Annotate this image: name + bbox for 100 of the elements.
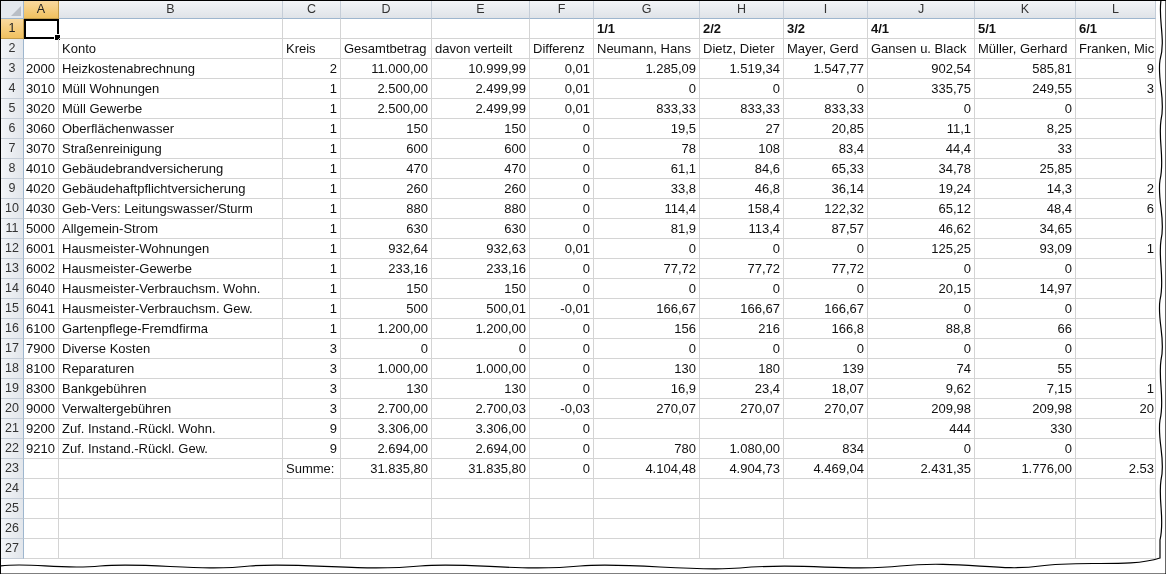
column-header[interactable]: D bbox=[341, 1, 432, 19]
table-cell: 48,4 bbox=[975, 199, 1076, 219]
table-cell: 833,33 bbox=[700, 99, 784, 119]
table-cell: 0 bbox=[868, 299, 975, 319]
row-header[interactable]: 12 bbox=[1, 239, 24, 259]
row-header[interactable]: 1 bbox=[1, 19, 24, 39]
row-header[interactable]: 9 bbox=[1, 179, 24, 199]
table-cell: 34,65 bbox=[975, 219, 1076, 239]
column-header[interactable]: A bbox=[24, 1, 59, 19]
table-cell: 114,4 bbox=[594, 199, 700, 219]
row-header[interactable]: 14 bbox=[1, 279, 24, 299]
row-header[interactable]: 8 bbox=[1, 159, 24, 179]
column-header[interactable]: G bbox=[594, 1, 700, 19]
table-cell: 585,81 bbox=[975, 59, 1076, 79]
row-header[interactable]: 3 bbox=[1, 59, 24, 79]
table-cell: Konto bbox=[59, 39, 283, 59]
table-cell: 77,72 bbox=[784, 259, 868, 279]
row-header[interactable]: 5 bbox=[1, 99, 24, 119]
column-header[interactable]: F bbox=[530, 1, 594, 19]
table-cell bbox=[530, 479, 594, 499]
table-cell: 6040 bbox=[24, 279, 59, 299]
table-cell: 0 bbox=[530, 259, 594, 279]
table-cell: 166,67 bbox=[594, 299, 700, 319]
active-cell[interactable] bbox=[24, 19, 59, 39]
table-cell bbox=[530, 19, 594, 39]
table-cell: 78 bbox=[594, 139, 700, 159]
row-header[interactable]: 19 bbox=[1, 379, 24, 399]
row-header[interactable]: 18 bbox=[1, 359, 24, 379]
table-cell bbox=[530, 499, 594, 519]
column-header[interactable]: C bbox=[283, 1, 341, 19]
table-cell: 77,72 bbox=[700, 259, 784, 279]
row-header[interactable]: 22 bbox=[1, 439, 24, 459]
table-cell: 4020 bbox=[24, 179, 59, 199]
row-header[interactable]: 20 bbox=[1, 399, 24, 419]
table-cell: 270,07 bbox=[594, 399, 700, 419]
row-header[interactable]: 26 bbox=[1, 519, 24, 539]
table-cell: 0 bbox=[868, 339, 975, 359]
table-cell: Bankgebühren bbox=[59, 379, 283, 399]
table-cell: Hausmeister-Verbrauchsm. Gew. bbox=[59, 299, 283, 319]
row-header[interactable]: 4 bbox=[1, 79, 24, 99]
row-header[interactable]: 15 bbox=[1, 299, 24, 319]
table-cell: 0,01 bbox=[530, 239, 594, 259]
table-cell: 6 bbox=[1076, 199, 1156, 219]
column-header[interactable]: E bbox=[432, 1, 530, 19]
row-header[interactable]: 27 bbox=[1, 539, 24, 559]
row-header[interactable]: 10 bbox=[1, 199, 24, 219]
row-header[interactable]: 23 bbox=[1, 459, 24, 479]
table-cell: 4010 bbox=[24, 159, 59, 179]
row-header[interactable]: 11 bbox=[1, 219, 24, 239]
table-cell: 216 bbox=[700, 319, 784, 339]
table-cell: 3/2 bbox=[784, 19, 868, 39]
table-cell: Heizkostenabrechnung bbox=[59, 59, 283, 79]
table-cell: 4.469,04 bbox=[784, 459, 868, 479]
table-cell: 1 bbox=[283, 119, 341, 139]
table-cell: 260 bbox=[341, 179, 432, 199]
table-cell: 0 bbox=[700, 279, 784, 299]
table-cell: 0 bbox=[530, 439, 594, 459]
table-cell: 0 bbox=[975, 439, 1076, 459]
column-header[interactable]: K bbox=[975, 1, 1076, 19]
table-cell: 1.200,00 bbox=[341, 319, 432, 339]
table-cell: 130 bbox=[341, 379, 432, 399]
table-cell: 5/1 bbox=[975, 19, 1076, 39]
table-cell: 0 bbox=[868, 99, 975, 119]
table-cell: 31.835,80 bbox=[432, 459, 530, 479]
table-cell bbox=[24, 539, 59, 559]
table-cell: 0 bbox=[530, 119, 594, 139]
row-header[interactable]: 13 bbox=[1, 259, 24, 279]
table-cell: 0 bbox=[530, 379, 594, 399]
row-header[interactable]: 25 bbox=[1, 499, 24, 519]
table-cell: 233,16 bbox=[432, 259, 530, 279]
table-cell: 3010 bbox=[24, 79, 59, 99]
table-cell: 600 bbox=[341, 139, 432, 159]
row-header[interactable]: 21 bbox=[1, 419, 24, 439]
fill-handle[interactable] bbox=[54, 34, 61, 41]
column-header[interactable]: B bbox=[59, 1, 283, 19]
row-header[interactable]: 6 bbox=[1, 119, 24, 139]
table-cell: 6100 bbox=[24, 319, 59, 339]
table-cell: 2.694,00 bbox=[341, 439, 432, 459]
column-header[interactable]: J bbox=[868, 1, 975, 19]
table-cell: 1.000,00 bbox=[341, 359, 432, 379]
table-cell bbox=[24, 519, 59, 539]
table-cell: 0 bbox=[868, 259, 975, 279]
row-header[interactable]: 2 bbox=[1, 39, 24, 59]
table-cell: 1.285,09 bbox=[594, 59, 700, 79]
table-cell: 209,98 bbox=[975, 399, 1076, 419]
column-header[interactable]: H bbox=[700, 1, 784, 19]
column-header[interactable]: I bbox=[784, 1, 868, 19]
table-cell: Müll Gewerbe bbox=[59, 99, 283, 119]
table-cell: 3 bbox=[1076, 79, 1156, 99]
table-cell: 19,24 bbox=[868, 179, 975, 199]
table-cell: 0 bbox=[975, 99, 1076, 119]
table-cell: 1 bbox=[283, 159, 341, 179]
row-header[interactable]: 7 bbox=[1, 139, 24, 159]
table-cell bbox=[283, 499, 341, 519]
column-header[interactable]: L bbox=[1076, 1, 1156, 19]
row-header[interactable]: 17 bbox=[1, 339, 24, 359]
row-header[interactable]: 16 bbox=[1, 319, 24, 339]
row-header[interactable]: 24 bbox=[1, 479, 24, 499]
table-cell: 1 bbox=[283, 319, 341, 339]
table-cell: Müller, Gerhard bbox=[975, 39, 1076, 59]
